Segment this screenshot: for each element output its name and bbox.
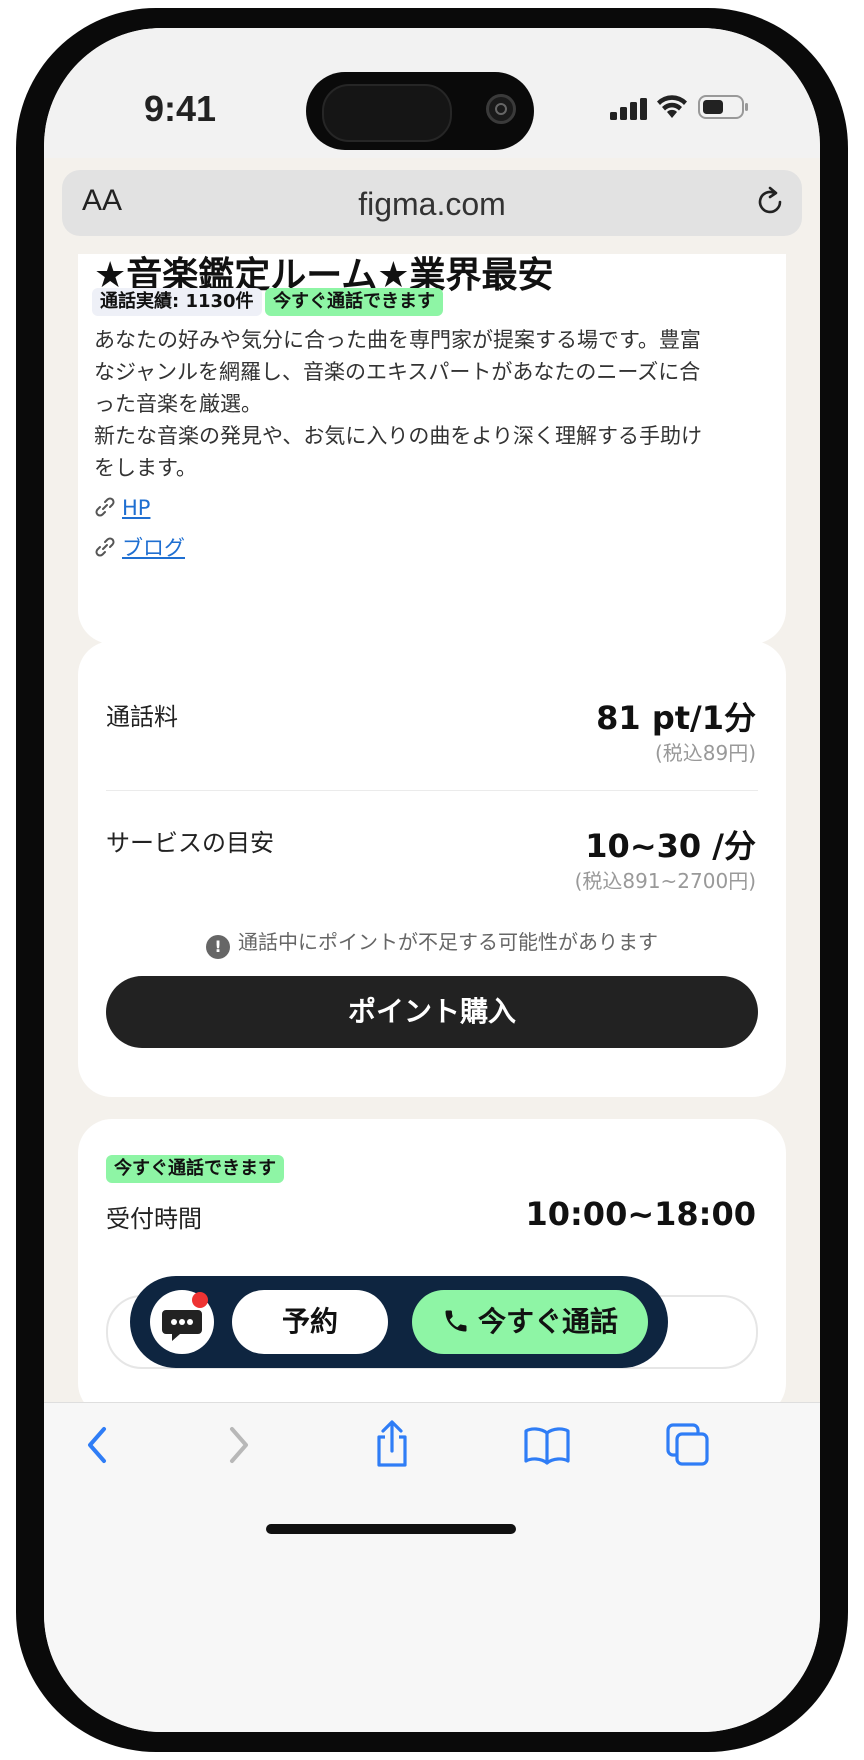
- blog-link-label[interactable]: ブログ: [122, 536, 185, 560]
- hours-available-badge: 今すぐ通話できます: [106, 1155, 284, 1183]
- page-content: ★音楽鑑定ルーム★業界最安 通話実績: 1130件 今すぐ通話できます あなたの…: [44, 254, 820, 1432]
- address-bar[interactable]: AA figma.com: [62, 170, 802, 236]
- forward-icon[interactable]: [220, 1423, 256, 1467]
- island-sensor: [322, 84, 452, 142]
- service-value: 10~30 /分: [585, 827, 756, 865]
- back-icon[interactable]: [80, 1423, 116, 1467]
- call-record-badge: 通話実績: 1130件: [92, 288, 262, 316]
- notification-dot: [192, 1292, 208, 1308]
- cellular-signal-icon: [610, 98, 647, 120]
- link-icon: [95, 537, 115, 557]
- hours-value: 10:00~18:00: [525, 1195, 756, 1233]
- call-fee-label: 通話料: [106, 703, 178, 731]
- status-bar: 9:41: [44, 28, 820, 158]
- bookmarks-icon[interactable]: [522, 1425, 572, 1465]
- home-indicator: [266, 1524, 516, 1534]
- browser-toolbar: [44, 1402, 820, 1732]
- available-badge: 今すぐ通話できます: [265, 288, 443, 316]
- hp-link[interactable]: HP: [94, 496, 150, 520]
- hp-link-label[interactable]: HP: [122, 496, 150, 520]
- hours-card: 今すぐ通話できます 受付時間 10:00~18:00: [78, 1119, 786, 1417]
- screen: 9:41 AA figma.com ★音楽鑑定ルーム★業界最安 通話実績: 11…: [44, 28, 820, 1732]
- hours-label: 受付時間: [106, 1205, 202, 1233]
- phone-icon: [445, 1310, 467, 1332]
- service-label: サービスの目安: [106, 829, 274, 857]
- link-icon: [95, 497, 115, 517]
- profile-card: ★音楽鑑定ルーム★業界最安 通話実績: 1130件 今すぐ通話できます あなたの…: [78, 254, 786, 644]
- divider: [106, 790, 758, 791]
- share-icon[interactable]: [370, 1419, 414, 1469]
- camera-icon: [486, 94, 516, 124]
- chat-button[interactable]: [150, 1290, 214, 1354]
- blog-link[interactable]: ブログ: [94, 532, 185, 562]
- tabs-icon[interactable]: [664, 1421, 712, 1469]
- call-fee-value: 81 pt/1分: [596, 699, 756, 737]
- phone-frame: 9:41 AA figma.com ★音楽鑑定ルーム★業界最安 通話実績: 11…: [16, 8, 848, 1752]
- battery-icon: [698, 95, 748, 119]
- exclamation-icon: !: [206, 935, 230, 959]
- floating-action-bar: 予約 今すぐ通話: [130, 1276, 668, 1368]
- call-now-label[interactable]: 今すぐ通話: [478, 1305, 618, 1338]
- reload-icon[interactable]: [752, 184, 788, 220]
- wifi-icon: [657, 95, 687, 118]
- point-warning-text: 通話中にポイントが不足する可能性があります: [238, 930, 658, 954]
- point-warning: ! 通話中にポイントが不足する可能性があります: [78, 926, 786, 959]
- call-fee-tax: (税込89円): [654, 741, 756, 765]
- service-tax: (税込891~2700円): [574, 869, 756, 893]
- buy-points-button[interactable]: ポイント購入: [106, 976, 758, 1048]
- dynamic-island: [306, 72, 534, 150]
- status-time: 9:41: [144, 88, 217, 129]
- reserve-button[interactable]: 予約: [232, 1290, 388, 1354]
- url-text[interactable]: figma.com: [62, 186, 802, 223]
- pricing-card: 通話料 81 pt/1分 (税込89円) サービスの目安 10~30 /分 (税…: [78, 641, 786, 1097]
- call-now-button[interactable]: 今すぐ通話: [412, 1290, 648, 1354]
- profile-description: あなたの好みや気分に合った曲を専門家が提案する場です。豊富なジャンルを網羅し、音…: [94, 328, 702, 480]
